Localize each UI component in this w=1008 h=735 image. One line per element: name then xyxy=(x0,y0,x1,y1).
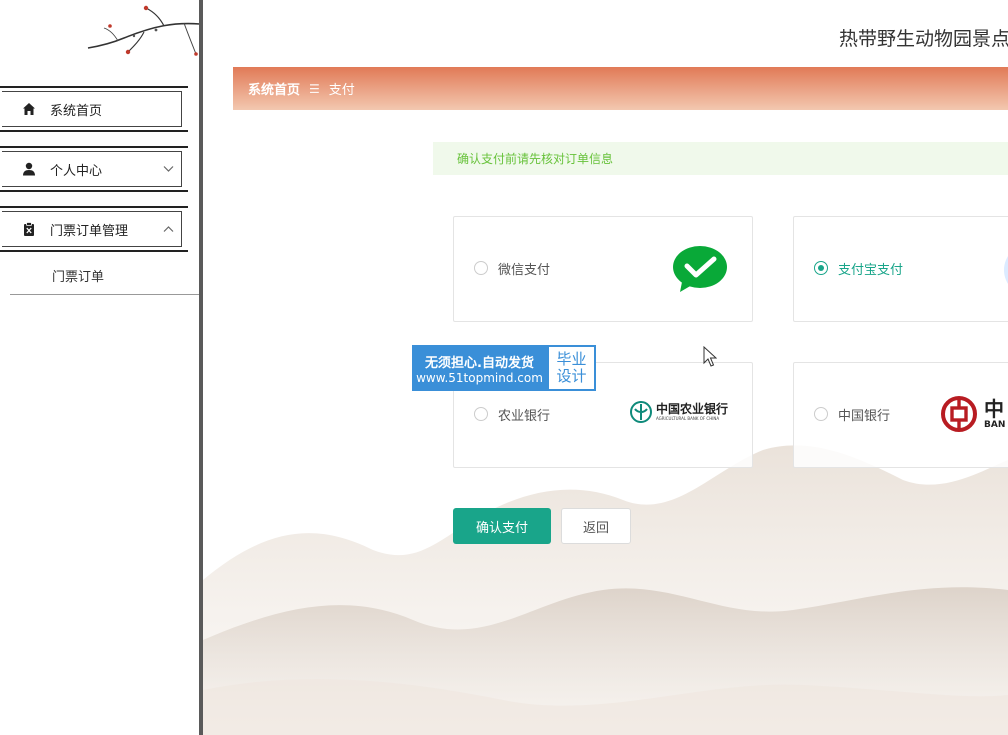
watermark-line1: 无须担心.自动发货 xyxy=(425,355,534,371)
chevron-down-icon xyxy=(163,166,174,172)
payment-option-label: 微信支付 xyxy=(498,263,551,278)
sidebar-item-label: 门票订单管理 xyxy=(50,223,129,239)
payment-option-alipay[interactable]: 支付宝支付 xyxy=(793,216,1008,322)
watermark-tag: 毕业 设计 xyxy=(547,345,596,391)
breadcrumb-separator-icon: ☰ xyxy=(309,81,320,96)
breadcrumb-current: 支付 xyxy=(328,83,355,98)
agricultural-bank-emblem-icon xyxy=(630,401,652,423)
watermark-left: 无须担心.自动发货 www.51topmind.com xyxy=(412,345,547,391)
notice-alert: 确认支付前请先核对订单信息 xyxy=(433,142,1008,175)
breadcrumb: 系统首页 ☰ 支付 xyxy=(233,67,1008,110)
sidebar-item-personal-center[interactable]: 个人中心 xyxy=(0,146,188,192)
radio-button[interactable] xyxy=(474,261,488,275)
back-button[interactable]: 返回 xyxy=(561,508,631,544)
payment-option-label: 农业银行 xyxy=(498,409,551,424)
watermark-tag2: 设计 xyxy=(556,367,587,385)
watermark-tag1: 毕业 xyxy=(556,350,587,368)
chevron-up-icon xyxy=(163,226,174,232)
breadcrumb-home[interactable]: 系统首页 xyxy=(248,79,300,98)
radio-button[interactable] xyxy=(814,407,828,421)
sidebar-item-label: 个人中心 xyxy=(50,163,103,179)
agricultural-bank-logo-subtext: AGRICULTURAL BANK OF CHINA xyxy=(656,416,720,421)
payment-option-wechat[interactable]: 微信支付 xyxy=(453,216,753,322)
sidebar-item-label: 系统首页 xyxy=(50,103,103,119)
site-title: 热带野生动物园景点 xyxy=(839,28,1008,50)
bank-of-china-logo-subtext: BAN xyxy=(984,419,1006,430)
notice-text: 确认支付前请先核对订单信息 xyxy=(457,152,614,166)
user-icon xyxy=(23,162,35,176)
agricultural-bank-logo: 中国农业银行 AGRICULTURAL BANK OF CHINA xyxy=(630,401,728,423)
payment-option-label: 中国银行 xyxy=(838,409,891,424)
watermark-line2: www.51topmind.com xyxy=(416,370,543,385)
sidebar-subitem-ticket-order[interactable]: 门票订单 xyxy=(52,266,104,285)
wechat-pay-logo xyxy=(673,246,727,292)
divider xyxy=(10,294,200,295)
home-icon xyxy=(23,103,35,115)
sidebar: 系统首页 个人中心 门票订单管理 门票订单 xyxy=(0,0,200,735)
mouse-cursor-icon xyxy=(703,346,717,367)
sidebar-item-ticket-orders[interactable]: 门票订单管理 xyxy=(0,206,188,252)
watermark-banner: 无须担心.自动发货 www.51topmind.com 毕业 设计 xyxy=(412,345,596,391)
sidebar-item-home[interactable]: 系统首页 xyxy=(0,86,188,132)
payment-option-bank-of-china[interactable]: 中国银行 中 BAN xyxy=(793,362,1008,468)
alipay-logo xyxy=(1004,256,1008,284)
agricultural-bank-logo-text: 中国农业银行 xyxy=(656,402,729,416)
radio-button[interactable] xyxy=(474,407,488,421)
bank-of-china-logo: 中 BAN xyxy=(940,395,1005,433)
payment-option-label: 支付宝支付 xyxy=(838,263,904,278)
confirm-payment-button[interactable]: 确认支付 xyxy=(453,508,551,544)
radio-button-checked[interactable] xyxy=(814,261,828,275)
bank-of-china-emblem-icon xyxy=(941,396,977,432)
main-content: 热带野生动物园景点 系统首页 ☰ 支付 确认支付前请先核对订单信息 微信支付 支… xyxy=(203,0,1008,735)
bank-of-china-logo-text: 中 xyxy=(984,396,1004,421)
plum-branch-decoration xyxy=(87,5,200,56)
clipboard-icon xyxy=(24,222,34,236)
